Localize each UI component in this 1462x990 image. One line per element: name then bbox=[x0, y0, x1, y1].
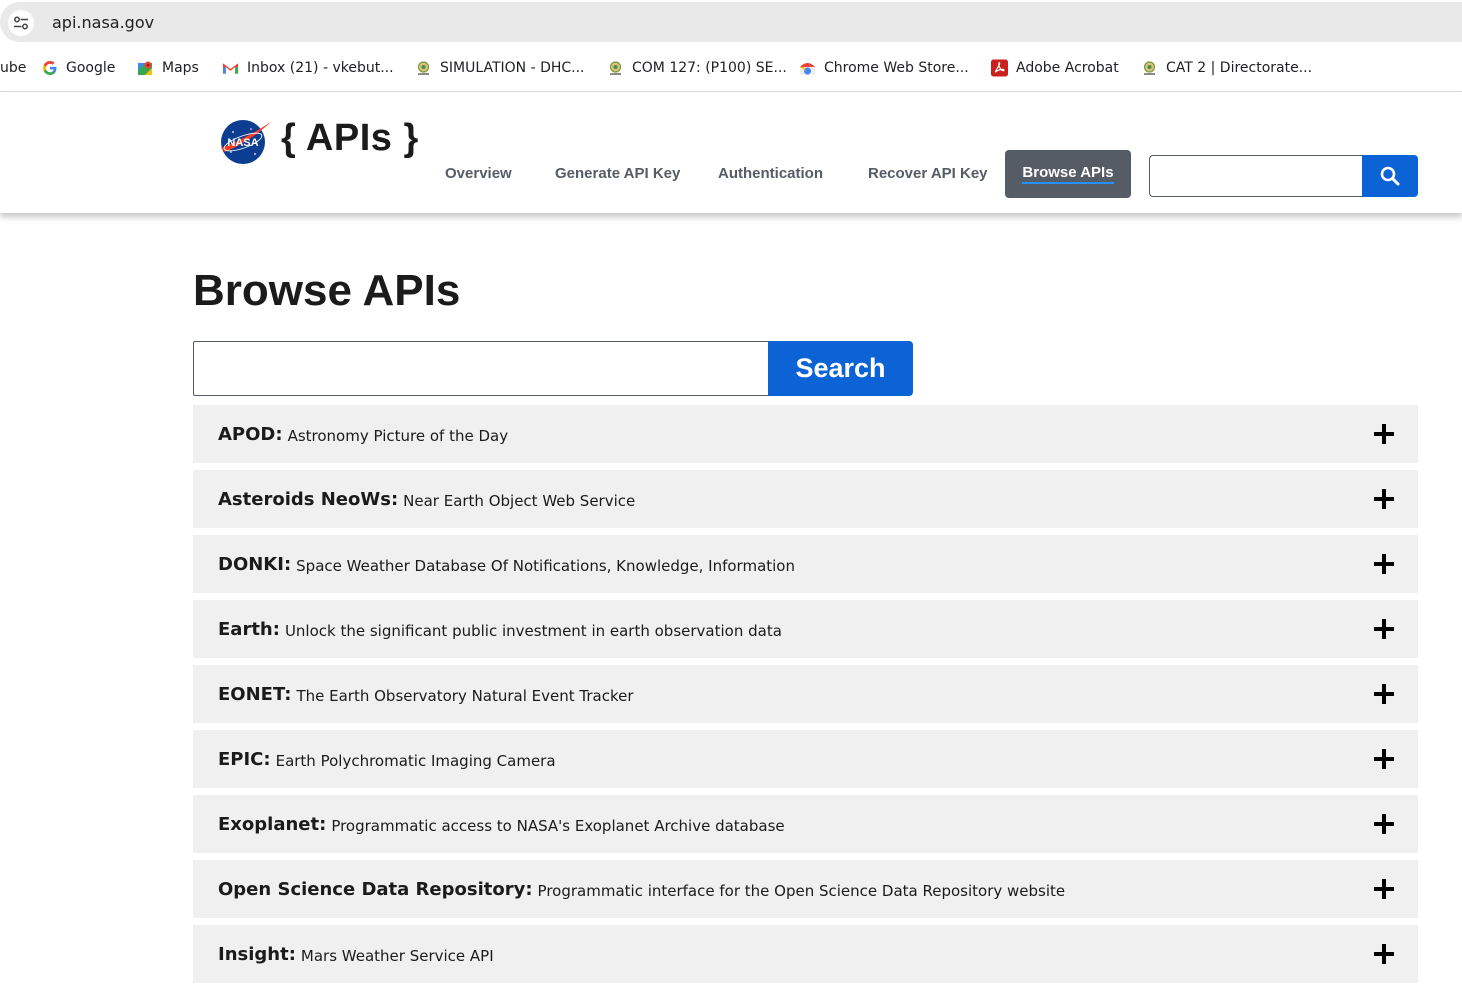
bookmark-label: Google bbox=[66, 60, 116, 76]
bookmark-label: Adobe Acrobat bbox=[1016, 60, 1119, 76]
api-item-osdr[interactable]: Open Science Data Repository: Programmat… bbox=[193, 860, 1418, 918]
api-description: The Earth Observatory Natural Event Trac… bbox=[296, 687, 634, 705]
api-search-input[interactable] bbox=[193, 341, 769, 396]
bookmark-label: CAT 2 | Directorate... bbox=[1166, 60, 1313, 76]
institution-icon bbox=[415, 60, 432, 77]
api-name: APOD: bbox=[218, 423, 283, 445]
url-text: api.nasa.gov bbox=[52, 13, 155, 32]
bookmark-gmail[interactable]: Inbox (21) - vkebut... bbox=[222, 58, 394, 78]
bookmark-youtube[interactable]: ube bbox=[0, 58, 26, 78]
api-item-epic[interactable]: EPIC: Earth Polychromatic Imaging Camera bbox=[193, 730, 1418, 788]
expand-plus-icon[interactable] bbox=[1374, 424, 1394, 444]
header-search-button[interactable] bbox=[1362, 155, 1418, 197]
nav-browse-apis[interactable]: Browse APIs bbox=[1005, 150, 1131, 198]
api-name: Open Science Data Repository: bbox=[218, 878, 533, 900]
bookmark-maps[interactable]: Maps bbox=[137, 58, 199, 78]
api-name: Insight: bbox=[218, 943, 296, 965]
bookmarks-bar: ube Google Maps Inbox (21) - vkebut... S… bbox=[0, 44, 1462, 92]
nav-browse-apis-label: Browse APIs bbox=[1022, 164, 1114, 184]
api-item-earth[interactable]: Earth: Unlock the significant public inv… bbox=[193, 600, 1418, 658]
bookmark-com127[interactable]: COM 127: (P100) SE... bbox=[607, 58, 787, 78]
api-name: Earth: bbox=[218, 618, 280, 640]
header-search-input[interactable] bbox=[1149, 155, 1363, 197]
institution-icon bbox=[607, 60, 624, 77]
browser-address-bar: api.nasa.gov bbox=[0, 0, 1462, 44]
bookmark-adobe-acrobat[interactable]: Adobe Acrobat bbox=[991, 58, 1119, 78]
api-description: Astronomy Picture of the Day bbox=[287, 427, 509, 445]
brand-title[interactable]: { APIs } bbox=[281, 117, 419, 160]
expand-plus-icon[interactable] bbox=[1374, 749, 1394, 769]
api-description: Earth Polychromatic Imaging Camera bbox=[275, 752, 556, 770]
api-name: Asteroids NeoWs: bbox=[218, 488, 399, 510]
expand-plus-icon[interactable] bbox=[1374, 879, 1394, 899]
nasa-logo[interactable]: NASA bbox=[219, 118, 273, 164]
expand-plus-icon[interactable] bbox=[1374, 684, 1394, 704]
bookmark-simulation[interactable]: SIMULATION - DHC... bbox=[415, 58, 585, 78]
api-item-exoplanet[interactable]: Exoplanet: Programmatic access to NASA's… bbox=[193, 795, 1418, 853]
api-name: DONKI: bbox=[218, 553, 292, 575]
page-title: Browse APIs bbox=[193, 266, 461, 315]
adobe-acrobat-icon bbox=[991, 59, 1008, 77]
logo-text: NASA bbox=[227, 137, 258, 149]
bookmark-label: Inbox (21) - vkebut... bbox=[247, 60, 394, 76]
api-item-asteroids-neows[interactable]: Asteroids NeoWs: Near Earth Object Web S… bbox=[193, 470, 1418, 528]
api-item-eonet[interactable]: EONET: The Earth Observatory Natural Eve… bbox=[193, 665, 1418, 723]
bookmark-label: SIMULATION - DHC... bbox=[440, 60, 585, 76]
api-item-donki[interactable]: DONKI: Space Weather Database Of Notific… bbox=[193, 535, 1418, 593]
expand-plus-icon[interactable] bbox=[1374, 814, 1394, 834]
bookmark-label: ube bbox=[0, 60, 27, 76]
google-icon bbox=[41, 60, 58, 77]
api-accordion: APOD: Astronomy Picture of the Day Aster… bbox=[193, 405, 1418, 990]
nav-overview[interactable]: Overview bbox=[445, 165, 512, 182]
nav-recover-api-key[interactable]: Recover API Key bbox=[868, 165, 988, 182]
expand-plus-icon[interactable] bbox=[1374, 944, 1394, 964]
nav-authentication[interactable]: Authentication bbox=[718, 165, 823, 182]
bookmark-label: COM 127: (P100) SE... bbox=[632, 60, 787, 76]
search-icon bbox=[1380, 166, 1400, 186]
api-description: Near Earth Object Web Service bbox=[403, 492, 636, 510]
gmail-icon bbox=[222, 60, 239, 77]
expand-plus-icon[interactable] bbox=[1374, 619, 1394, 639]
api-name: EONET: bbox=[218, 683, 292, 705]
api-search-button[interactable]: Search bbox=[768, 341, 913, 396]
maps-icon bbox=[137, 60, 154, 77]
bookmark-chrome-web-store[interactable]: Chrome Web Store... bbox=[799, 58, 969, 78]
site-settings-icon[interactable] bbox=[8, 10, 34, 36]
url-field[interactable]: api.nasa.gov bbox=[0, 2, 1462, 42]
api-name: EPIC: bbox=[218, 748, 271, 770]
api-description: Mars Weather Service API bbox=[300, 947, 494, 965]
api-description: Space Weather Database Of Notifications,… bbox=[296, 557, 795, 575]
api-description: Unlock the significant public investment… bbox=[284, 622, 782, 640]
expand-plus-icon[interactable] bbox=[1374, 554, 1394, 574]
api-item-apod[interactable]: APOD: Astronomy Picture of the Day bbox=[193, 405, 1418, 463]
bookmark-label: Maps bbox=[162, 60, 199, 76]
api-description: Programmatic access to NASA's Exoplanet … bbox=[331, 817, 785, 835]
api-name: Exoplanet: bbox=[218, 813, 327, 835]
api-description: Programmatic interface for the Open Scie… bbox=[537, 882, 1066, 900]
bookmark-cat2[interactable]: CAT 2 | Directorate... bbox=[1141, 58, 1312, 78]
bookmark-label: Chrome Web Store... bbox=[824, 60, 969, 76]
chrome-web-store-icon bbox=[799, 60, 816, 77]
institution-icon bbox=[1141, 60, 1158, 77]
expand-plus-icon[interactable] bbox=[1374, 489, 1394, 509]
api-item-insight[interactable]: Insight: Mars Weather Service API bbox=[193, 925, 1418, 983]
bookmark-google[interactable]: Google bbox=[41, 58, 115, 78]
site-header: NASA { APIs } Overview Generate API Key … bbox=[0, 93, 1462, 213]
nav-generate-api-key[interactable]: Generate API Key bbox=[555, 165, 680, 182]
